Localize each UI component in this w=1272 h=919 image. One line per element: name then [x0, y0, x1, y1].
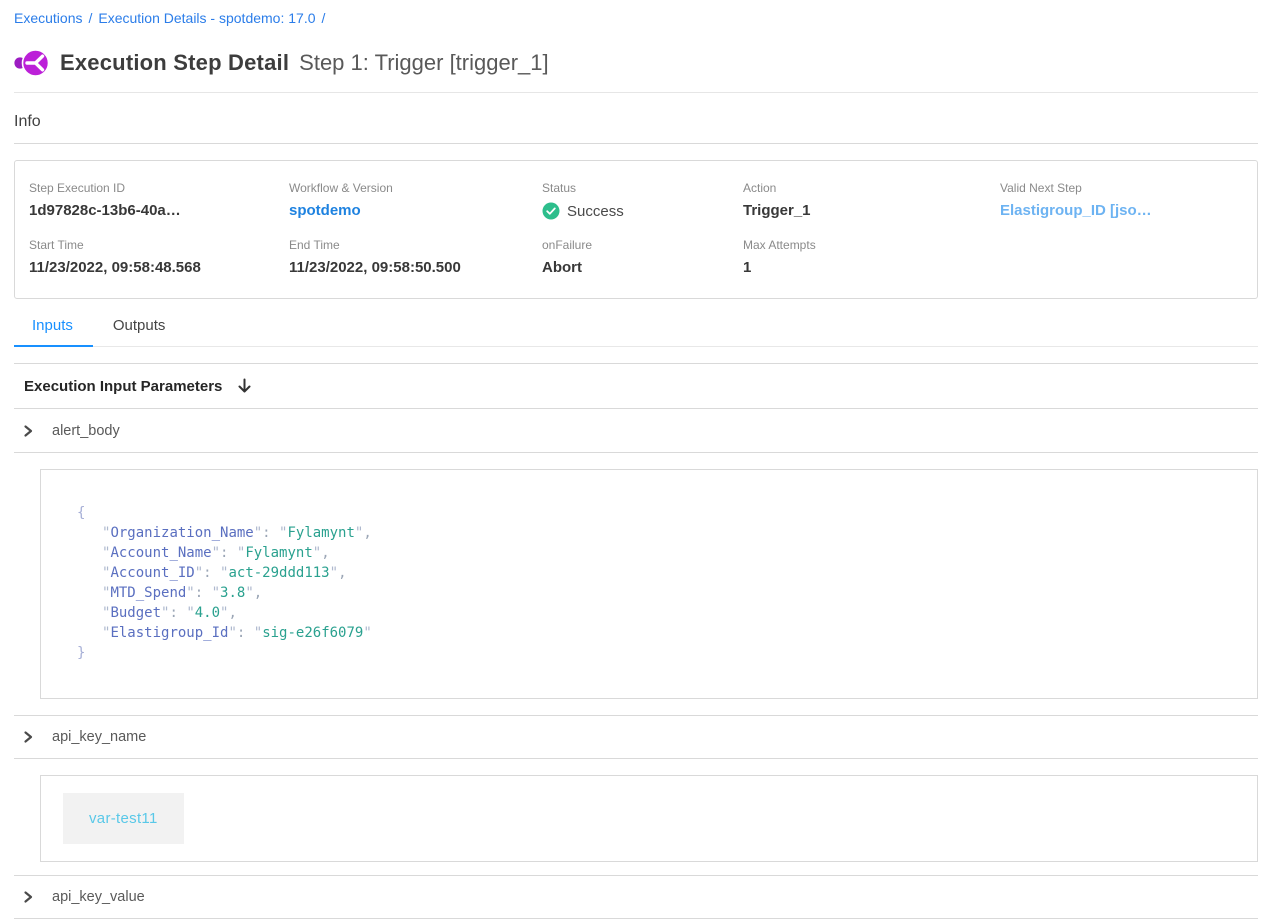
section-name: api_key_value: [52, 889, 145, 905]
field-onfailure: onFailure Abort: [542, 238, 743, 276]
field-label: Action: [743, 181, 1000, 195]
page-subtitle: Step 1: Trigger [trigger_1]: [299, 50, 548, 76]
field-value: 11/23/2022, 09:58:48.568: [29, 259, 289, 276]
field-workflow-version: Workflow & Version spotdemo: [289, 181, 542, 220]
field-label: Start Time: [29, 238, 289, 252]
section-row-alert-body[interactable]: alert_body: [14, 409, 1258, 453]
chevron-right-icon: [21, 729, 35, 745]
field-value: Abort: [542, 259, 743, 276]
field-value: 1: [743, 259, 1000, 276]
header-divider: [14, 92, 1258, 93]
valid-next-step-link[interactable]: Elastigroup_ID [jso…: [1000, 202, 1152, 219]
breadcrumb-separator: /: [88, 10, 92, 26]
check-circle-icon: [542, 202, 560, 220]
tab-inputs[interactable]: Inputs: [14, 317, 93, 347]
breadcrumb-link-executions[interactable]: Executions: [14, 10, 82, 26]
page-header: Execution Step Detail Step 1: Trigger [t…: [14, 47, 1258, 79]
api-key-name-value: var-test11: [63, 793, 184, 844]
arrow-down-icon[interactable]: [236, 377, 253, 395]
section-name: alert_body: [52, 423, 120, 439]
field-max-attempts: Max Attempts 1: [743, 238, 1000, 276]
breadcrumb-link-execution-details[interactable]: Execution Details - spotdemo: 17.0: [98, 10, 315, 26]
info-row-2: Start Time 11/23/2022, 09:58:48.568 End …: [29, 238, 1243, 276]
json-code: {"Organization_Name": "Fylamynt","Accoun…: [41, 470, 1257, 698]
chevron-right-icon: [21, 423, 35, 439]
field-label: Valid Next Step: [1000, 181, 1243, 195]
alert-body-json-box: {"Organization_Name": "Fylamynt","Accoun…: [40, 469, 1258, 699]
section-row-api-key-value[interactable]: api_key_value: [14, 875, 1258, 919]
field-label: End Time: [289, 238, 542, 252]
field-action: Action Trigger_1: [743, 181, 1000, 220]
api-key-name-value-box: var-test11: [40, 775, 1258, 862]
info-section-heading: Info: [14, 113, 1258, 131]
status-text: Success: [567, 203, 624, 220]
field-step-execution-id: Step Execution ID 1d97828c-13b6-40a…: [29, 181, 289, 220]
inputs-outputs-tabs: Inputs Outputs: [14, 317, 1258, 347]
field-label: Workflow & Version: [289, 181, 542, 195]
field-label: Step Execution ID: [29, 181, 289, 195]
field-label: onFailure: [542, 238, 743, 252]
field-value: Trigger_1: [743, 202, 1000, 219]
tab-outputs[interactable]: Outputs: [93, 317, 186, 346]
page-title: Execution Step Detail: [60, 50, 289, 76]
execution-input-parameters-header: Execution Input Parameters: [14, 364, 1258, 409]
field-valid-next-step: Valid Next Step Elastigroup_ID [jso…: [1000, 181, 1243, 220]
workflow-link[interactable]: spotdemo: [289, 202, 361, 219]
execution-input-parameters-panel: Execution Input Parameters alert_body {"…: [14, 363, 1258, 919]
field-label: Max Attempts: [743, 238, 1000, 252]
field-start-time: Start Time 11/23/2022, 09:58:48.568: [29, 238, 289, 276]
field-label: Status: [542, 181, 743, 195]
execution-input-parameters-title: Execution Input Parameters: [24, 378, 222, 395]
field-value: 11/23/2022, 09:58:50.500: [289, 259, 542, 276]
field-status: Status Success: [542, 181, 743, 220]
section-row-api-key-name[interactable]: api_key_name: [14, 715, 1258, 759]
section-name: api_key_name: [52, 729, 146, 745]
execution-step-detail-page: Executions / Execution Details - spotdemo:…: [0, 0, 1272, 919]
info-card: Step Execution ID 1d97828c-13b6-40a… Wor…: [14, 160, 1258, 299]
field-end-time: End Time 11/23/2022, 09:58:50.500: [289, 238, 542, 276]
breadcrumb: Executions / Execution Details - spotdemo:…: [14, 10, 1258, 26]
info-row-1: Step Execution ID 1d97828c-13b6-40a… Wor…: [29, 181, 1243, 220]
workflow-branch-icon: [14, 47, 50, 79]
field-value: 1d97828c-13b6-40a…: [29, 202, 289, 219]
info-divider: [14, 143, 1258, 144]
breadcrumb-separator: /: [322, 10, 326, 26]
chevron-right-icon: [21, 889, 35, 905]
